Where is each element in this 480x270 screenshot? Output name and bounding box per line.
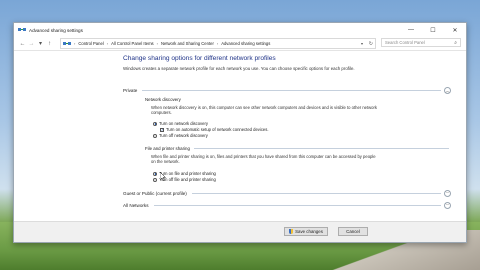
control-panel-icon [63,41,71,47]
address-bar[interactable]: › Control Panel › All Control Panel Item… [60,38,376,49]
page-title: Change sharing options for different net… [123,55,276,62]
divider [142,90,441,91]
forward-arrow-icon[interactable]: → [27,38,36,49]
search-placeholder: Search Control Panel [385,40,425,45]
network-discovery-label: Network discovery [145,97,181,102]
address-dropdown-icon[interactable]: ▾ [361,39,363,48]
window-title: Advanced sharing settings [29,27,83,33]
mouse-pointer-icon [160,172,166,181]
control-panel-window: Advanced sharing settings — ☐ ✕ ← → ▾ ↑ … [13,22,467,243]
section-private-label: Private [123,88,138,93]
divider [153,205,441,206]
recent-dropdown-icon[interactable]: ▾ [36,38,45,49]
checkbox-checked[interactable]: ✓ [160,127,164,132]
chevron-down-icon[interactable]: ﹀ [444,190,451,197]
turn-on-sharing-label: Turn on file and printer sharing [159,171,216,176]
section-guest-public[interactable]: Guest or Public (current profile) ﹀ [123,189,451,198]
file-printer-description: When file and printer sharing is on, fil… [151,154,376,164]
section-all-networks[interactable]: All Networks ﹀ [123,201,451,210]
title-bar[interactable]: Advanced sharing settings — ☐ ✕ [14,23,466,37]
search-input[interactable]: Search Control Panel ⌕ [381,38,461,47]
footer-bar: Save changes Cancel [14,221,466,242]
radio-unselected[interactable] [153,133,157,138]
chevron-right-icon: › [74,41,76,46]
chevron-down-icon[interactable]: ﹀ [444,202,451,209]
maximize-button[interactable]: ☐ [422,23,444,37]
chevron-right-icon: › [216,41,219,46]
cancel-label: Cancel [346,229,360,234]
breadcrumb-control-panel[interactable]: Control Panel [78,41,103,46]
radio-selected[interactable] [153,121,157,126]
turn-off-discovery-option[interactable]: Turn off network discovery [153,133,208,138]
radio-selected[interactable] [153,171,157,176]
subsection-network-discovery: Network discovery [145,96,449,103]
turn-off-sharing-label: Turn off file and printer sharing [159,177,216,182]
chevron-right-icon: › [156,41,158,46]
uac-shield-icon [289,229,294,234]
back-arrow-icon[interactable]: ← [18,38,27,49]
subsection-file-printer-sharing: File and printer sharing [145,145,449,152]
divider [193,148,449,149]
auto-setup-option[interactable]: ✓ Turn on automatic setup of network con… [160,127,269,132]
search-icon: ⌕ [454,40,457,46]
radio-unselected[interactable] [153,177,157,182]
section-all-networks-label: All Networks [123,203,149,208]
save-changes-button[interactable]: Save changes [284,227,328,236]
cancel-button[interactable]: Cancel [338,227,368,236]
save-changes-label: Save changes [295,229,323,234]
divider [191,193,441,194]
section-private[interactable]: Private ︿ [123,86,451,95]
network-discovery-description: When network discovery is on, this compu… [151,105,378,115]
refresh-icon[interactable]: ↻ [369,39,373,48]
page-description: Windows creates a separate network profi… [123,66,355,71]
turn-on-discovery-option[interactable]: Turn on network discovery [153,121,208,126]
up-arrow-icon[interactable]: ↑ [45,38,54,49]
turn-off-discovery-label: Turn off network discovery [159,133,208,138]
breadcrumb-network-sharing-center[interactable]: Network and Sharing Center [161,41,214,46]
chevron-up-icon[interactable]: ︿ [444,87,451,94]
section-guest-public-label: Guest or Public (current profile) [123,191,187,196]
minimize-button[interactable]: — [400,23,422,37]
turn-on-discovery-label: Turn on network discovery [159,121,208,126]
chevron-right-icon: › [106,41,109,46]
file-printer-sharing-label: File and printer sharing [145,146,190,151]
navigation-bar: ← → ▾ ↑ › Control Panel › All Control Pa… [14,37,466,51]
breadcrumb-advanced-sharing[interactable]: Advanced sharing settings [221,41,270,46]
breadcrumb-all-items[interactable]: All Control Panel Items [111,41,154,46]
auto-setup-label: Turn on automatic setup of network conne… [166,127,269,132]
network-icon [18,27,26,33]
close-button[interactable]: ✕ [444,23,466,37]
